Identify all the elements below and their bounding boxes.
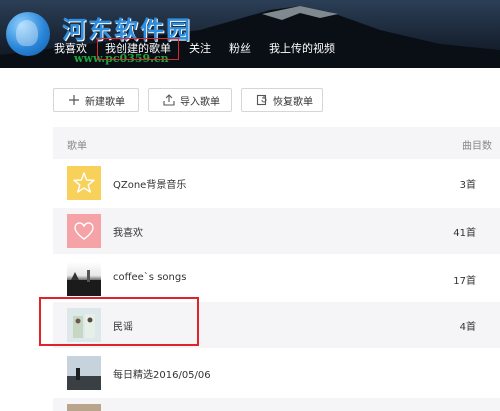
heart-icon [74, 222, 94, 240]
playlist-cover-photo [67, 262, 101, 296]
watermark-logo-icon [6, 12, 50, 56]
playlist-row[interactable]: coffee`s songs 17首 [53, 256, 500, 302]
playlist-name: 我喜欢 [113, 228, 143, 239]
playlist-track-count: 3首 [459, 180, 476, 191]
cover-image [67, 356, 101, 390]
playlist-track-count: 41首 [453, 228, 476, 239]
tab-following[interactable]: 关注 [181, 38, 219, 60]
playlist-track-count: 17首 [453, 276, 476, 287]
playlist-track-count: 4首 [459, 322, 476, 333]
column-header-playlist: 歌单 [67, 141, 87, 152]
plus-icon [69, 95, 79, 105]
column-header-track-count: 曲目数 [462, 141, 492, 152]
playlist-row[interactable]: 每日精选2016/05/06 [53, 350, 500, 396]
new-playlist-label: 新建歌单 [85, 96, 125, 108]
profile-header: 河东软件园 www.pc0359.cn 我喜欢 我创建的歌单 关注 粉丝 我上传… [0, 0, 500, 68]
tab-created-playlists[interactable]: 我创建的歌单 [97, 38, 179, 60]
import-playlist-label: 导入歌单 [180, 96, 220, 108]
restore-playlist-label: 恢复歌单 [273, 96, 313, 108]
playlist-name: coffee`s songs [113, 272, 187, 283]
restore-icon [256, 94, 267, 106]
playlist-row[interactable]: QZone背景音乐 3首 [53, 160, 500, 206]
annotation-highlight-box [39, 297, 199, 346]
playlist-table-header: 歌单 曲目数 [53, 127, 500, 159]
playlist-row[interactable] [53, 398, 500, 411]
playlist-name: QZone背景音乐 [113, 180, 187, 191]
playlist-cover [67, 166, 101, 200]
tab-fans[interactable]: 粉丝 [221, 38, 259, 60]
playlist-cover [67, 214, 101, 248]
new-playlist-button[interactable]: 新建歌单 [53, 88, 139, 112]
import-playlist-button[interactable]: 导入歌单 [148, 88, 232, 112]
restore-playlist-button[interactable]: 恢复歌单 [241, 88, 323, 112]
upload-icon [163, 94, 175, 106]
playlist-row[interactable]: 我喜欢 41首 [53, 208, 500, 254]
playlist-cover-photo [67, 356, 101, 390]
playlist-toolbar: 新建歌单 导入歌单 恢复歌单 [53, 88, 323, 112]
playlist-name: 每日精选2016/05/06 [113, 370, 211, 381]
playlist-cover-photo [67, 404, 101, 411]
tab-liked[interactable]: 我喜欢 [46, 38, 95, 60]
cover-image [67, 270, 101, 296]
star-icon [73, 172, 95, 193]
tab-uploaded-videos[interactable]: 我上传的视频 [261, 38, 343, 60]
profile-tabs: 我喜欢 我创建的歌单 关注 粉丝 我上传的视频 [46, 38, 345, 60]
